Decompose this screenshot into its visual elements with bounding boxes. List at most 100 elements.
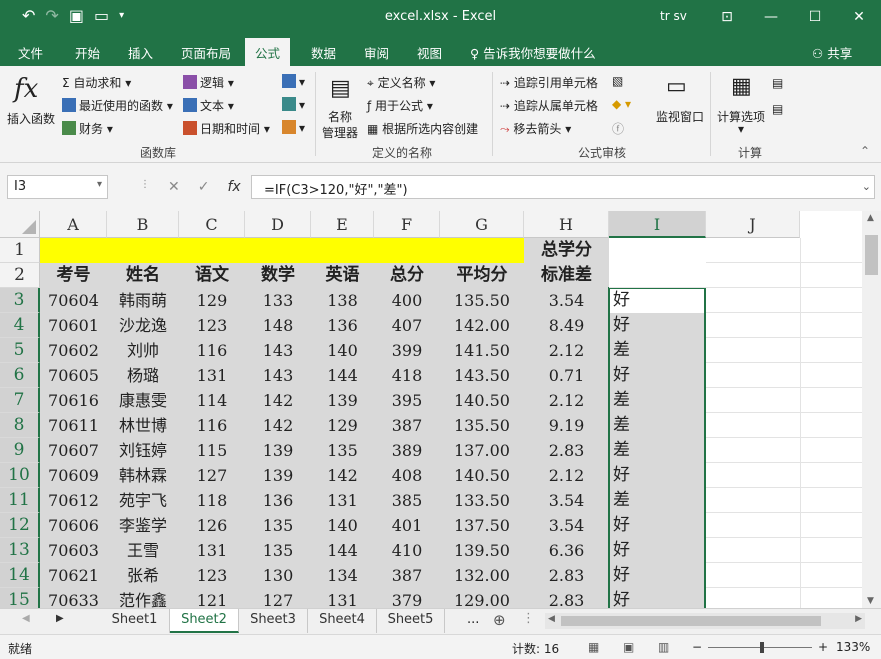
cell-f15[interactable]: 379: [374, 588, 440, 608]
cell-b11[interactable]: 苑宇飞: [107, 488, 179, 513]
cell-a8[interactable]: 70611: [40, 413, 107, 438]
cell-h4[interactable]: 8.49: [524, 313, 609, 338]
tab-view[interactable]: 视图: [417, 43, 442, 62]
column-header-c[interactable]: C: [179, 211, 245, 238]
cell-g2[interactable]: 平均分: [440, 263, 524, 288]
row-header-7[interactable]: 7: [0, 388, 40, 413]
expand-formula-icon[interactable]: ⌄: [862, 180, 871, 193]
highlight-row-1[interactable]: [40, 238, 524, 263]
cell-g10[interactable]: 140.50: [440, 463, 524, 488]
cell-c2[interactable]: 语文: [179, 263, 245, 288]
cell-f7[interactable]: 395: [374, 388, 440, 413]
cell-f6[interactable]: 418: [374, 363, 440, 388]
cell-g9[interactable]: 137.00: [440, 438, 524, 463]
cell-g15[interactable]: 129.00: [440, 588, 524, 608]
row-header-11[interactable]: 11: [0, 488, 40, 513]
tab-review[interactable]: 审阅: [364, 43, 389, 62]
cell-e9[interactable]: 135: [311, 438, 374, 463]
row-header-15[interactable]: 15: [0, 588, 40, 608]
cell-f3[interactable]: 400: [374, 288, 440, 313]
cell-g14[interactable]: 132.00: [440, 563, 524, 588]
zoom-out-icon[interactable]: −: [692, 640, 702, 654]
cell-e7[interactable]: 139: [311, 388, 374, 413]
scroll-right-icon[interactable]: ▶: [855, 614, 862, 624]
cell-h13[interactable]: 6.36: [524, 538, 609, 563]
cell-f5[interactable]: 399: [374, 338, 440, 363]
cell-a2[interactable]: 考号: [40, 263, 107, 288]
cancel-icon[interactable]: ✕: [168, 179, 180, 195]
cell-d15[interactable]: 127: [245, 588, 311, 608]
row-header-5[interactable]: 5: [0, 338, 40, 363]
cell-g6[interactable]: 143.50: [440, 363, 524, 388]
tab-file[interactable]: 文件: [18, 43, 43, 62]
cell-c12[interactable]: 126: [179, 513, 245, 538]
cell-g11[interactable]: 133.50: [440, 488, 524, 513]
cell-d11[interactable]: 136: [245, 488, 311, 513]
cell-e11[interactable]: 131: [311, 488, 374, 513]
row-header-6[interactable]: 6: [0, 363, 40, 388]
cell-b8[interactable]: 林世博: [107, 413, 179, 438]
user-name[interactable]: tr sv: [660, 9, 687, 23]
cell-c7[interactable]: 114: [179, 388, 245, 413]
cell-a7[interactable]: 70616: [40, 388, 107, 413]
cell-i1-i2[interactable]: [609, 238, 706, 288]
cell-c10[interactable]: 127: [179, 463, 245, 488]
cell-b9[interactable]: 刘钰婷: [107, 438, 179, 463]
cell-a10[interactable]: 70609: [40, 463, 107, 488]
cell-d12[interactable]: 135: [245, 513, 311, 538]
name-manager-label-2[interactable]: 管理器: [322, 124, 358, 141]
cell-f10[interactable]: 408: [374, 463, 440, 488]
cell-h14[interactable]: 2.83: [524, 563, 609, 588]
cell-e8[interactable]: 129: [311, 413, 374, 438]
financial-button[interactable]: 财务 ▾: [62, 120, 113, 137]
more-functions-button[interactable]: ▾: [282, 120, 305, 135]
cell-b13[interactable]: 王雪: [107, 538, 179, 563]
row-header-8[interactable]: 8: [0, 413, 40, 438]
error-checking-icon[interactable]: ◆ ▾: [612, 97, 631, 111]
cell-i12[interactable]: 好: [609, 513, 706, 538]
trace-dependents-button[interactable]: ⇢ 追踪从属单元格: [500, 97, 598, 114]
cell-h5[interactable]: 2.12: [524, 338, 609, 363]
cell-d6[interactable]: 143: [245, 363, 311, 388]
zoom-in-icon[interactable]: +: [818, 640, 828, 654]
cell-i10[interactable]: 好: [609, 463, 706, 488]
watch-window-button[interactable]: 监视窗口: [656, 108, 704, 125]
calc-sheet-icon[interactable]: ▤: [772, 102, 783, 116]
recent-functions-button[interactable]: 最近使用的函数 ▾: [62, 97, 173, 114]
autosum-button[interactable]: Σ 自动求和 ▾: [62, 74, 131, 91]
cell-e14[interactable]: 134: [311, 563, 374, 588]
column-header-h[interactable]: H: [524, 211, 609, 238]
sheet-tab-4[interactable]: Sheet4: [308, 609, 377, 633]
cell-a3[interactable]: 70604: [40, 288, 107, 313]
vertical-scrollbar[interactable]: ▲ ▼: [862, 211, 881, 608]
normal-view-icon[interactable]: ▦: [588, 640, 599, 654]
cell-b6[interactable]: 杨璐: [107, 363, 179, 388]
cell-h6[interactable]: 0.71: [524, 363, 609, 388]
scroll-down-icon[interactable]: ▼: [867, 596, 874, 606]
cell-a15[interactable]: 70633: [40, 588, 107, 608]
h-scroll-thumb[interactable]: [561, 616, 821, 626]
cell-b12[interactable]: 李鉴学: [107, 513, 179, 538]
column-header-f[interactable]: F: [374, 211, 440, 238]
row-header-12[interactable]: 12: [0, 513, 40, 538]
cell-a14[interactable]: 70621: [40, 563, 107, 588]
cell-d4[interactable]: 148: [245, 313, 311, 338]
cell-c3[interactable]: 129: [179, 288, 245, 313]
cell-h15[interactable]: 2.83: [524, 588, 609, 608]
cell-c6[interactable]: 131: [179, 363, 245, 388]
lookup-button[interactable]: ▾: [282, 74, 305, 89]
sheet-tab-3[interactable]: Sheet3: [239, 609, 308, 633]
cell-c4[interactable]: 123: [179, 313, 245, 338]
column-header-g[interactable]: G: [440, 211, 524, 238]
cell-d8[interactable]: 142: [245, 413, 311, 438]
cell-c5[interactable]: 116: [179, 338, 245, 363]
cell-b4[interactable]: 沙龙逸: [107, 313, 179, 338]
cell-i9[interactable]: 差: [609, 438, 706, 463]
add-sheet-icon[interactable]: ⊕: [493, 611, 506, 629]
cell-c11[interactable]: 118: [179, 488, 245, 513]
cell-h8[interactable]: 9.19: [524, 413, 609, 438]
horizontal-scrollbar[interactable]: ◀ ▶: [545, 613, 865, 629]
row-header-1[interactable]: 1: [0, 238, 40, 263]
cell-i13[interactable]: 好: [609, 538, 706, 563]
remove-arrows-button[interactable]: ⤳ 移去箭头 ▾: [500, 120, 571, 137]
